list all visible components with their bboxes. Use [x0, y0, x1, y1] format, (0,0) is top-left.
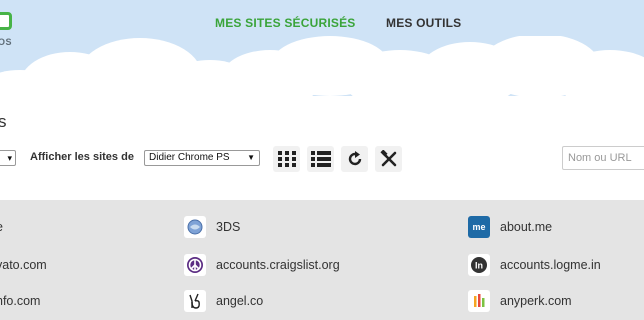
chevron-down-icon: ▼: [247, 153, 255, 162]
page: OS MES SITES SÉCURISÉS MES OUTILS s ▾ Af…: [0, 0, 644, 320]
search-input[interactable]: Nom ou URL: [562, 146, 644, 170]
site-name: accounts.craigslist.org: [216, 258, 340, 272]
site-item[interactable]: me about.me: [468, 216, 552, 238]
grid-icon: [277, 151, 296, 167]
site-name: anyperk.com: [500, 294, 572, 308]
grid-view-button[interactable]: [273, 146, 300, 172]
sort-select[interactable]: ▾: [0, 150, 16, 166]
victory-hand-icon: [184, 290, 206, 312]
list-view-button[interactable]: [307, 146, 334, 172]
logo-icon[interactable]: [0, 12, 12, 30]
svg-text:In: In: [475, 261, 483, 271]
site-name: about.me: [500, 220, 553, 234]
site-item[interactable]: angel.co: [184, 290, 263, 312]
tools-icon: [379, 150, 396, 167]
list-icon: [310, 151, 331, 167]
peace-icon: [184, 254, 206, 276]
site-name: angel.co: [216, 294, 264, 308]
site-name: 3DS: [216, 220, 241, 234]
site-name: e: [0, 220, 3, 234]
user-select-value: Didier Chrome PS: [149, 152, 230, 163]
user-select[interactable]: Didier Chrome PS ▼: [144, 150, 260, 166]
about-me-icon: me: [468, 216, 490, 238]
site-item[interactable]: vato.com: [0, 258, 47, 272]
filter-label: Afficher les sites de: [30, 151, 134, 163]
nav-my-tools[interactable]: MES OUTILS: [386, 16, 461, 30]
tools-button[interactable]: [375, 146, 402, 172]
site-item[interactable]: anyperk.com: [468, 290, 572, 312]
nav-my-secure-sites[interactable]: MES SITES SÉCURISÉS: [215, 16, 356, 30]
site-item[interactable]: In accounts.logme.in: [468, 254, 601, 276]
site-name: vato.com: [0, 258, 47, 272]
anyperk-icon: [468, 290, 490, 312]
site-name: nfo.com: [0, 294, 41, 308]
site-item[interactable]: 3DS: [184, 216, 240, 238]
refresh-button[interactable]: [341, 146, 368, 172]
site-item[interactable]: accounts.craigslist.org: [184, 254, 340, 276]
page-title: s: [0, 112, 7, 131]
site-name: accounts.logme.in: [500, 258, 601, 272]
globe-icon: [184, 216, 206, 238]
logo-text: OS: [0, 37, 13, 47]
refresh-icon: [348, 151, 361, 166]
site-item[interactable]: e: [0, 220, 3, 234]
site-item[interactable]: nfo.com: [0, 294, 40, 308]
logmein-icon: In: [468, 254, 490, 276]
